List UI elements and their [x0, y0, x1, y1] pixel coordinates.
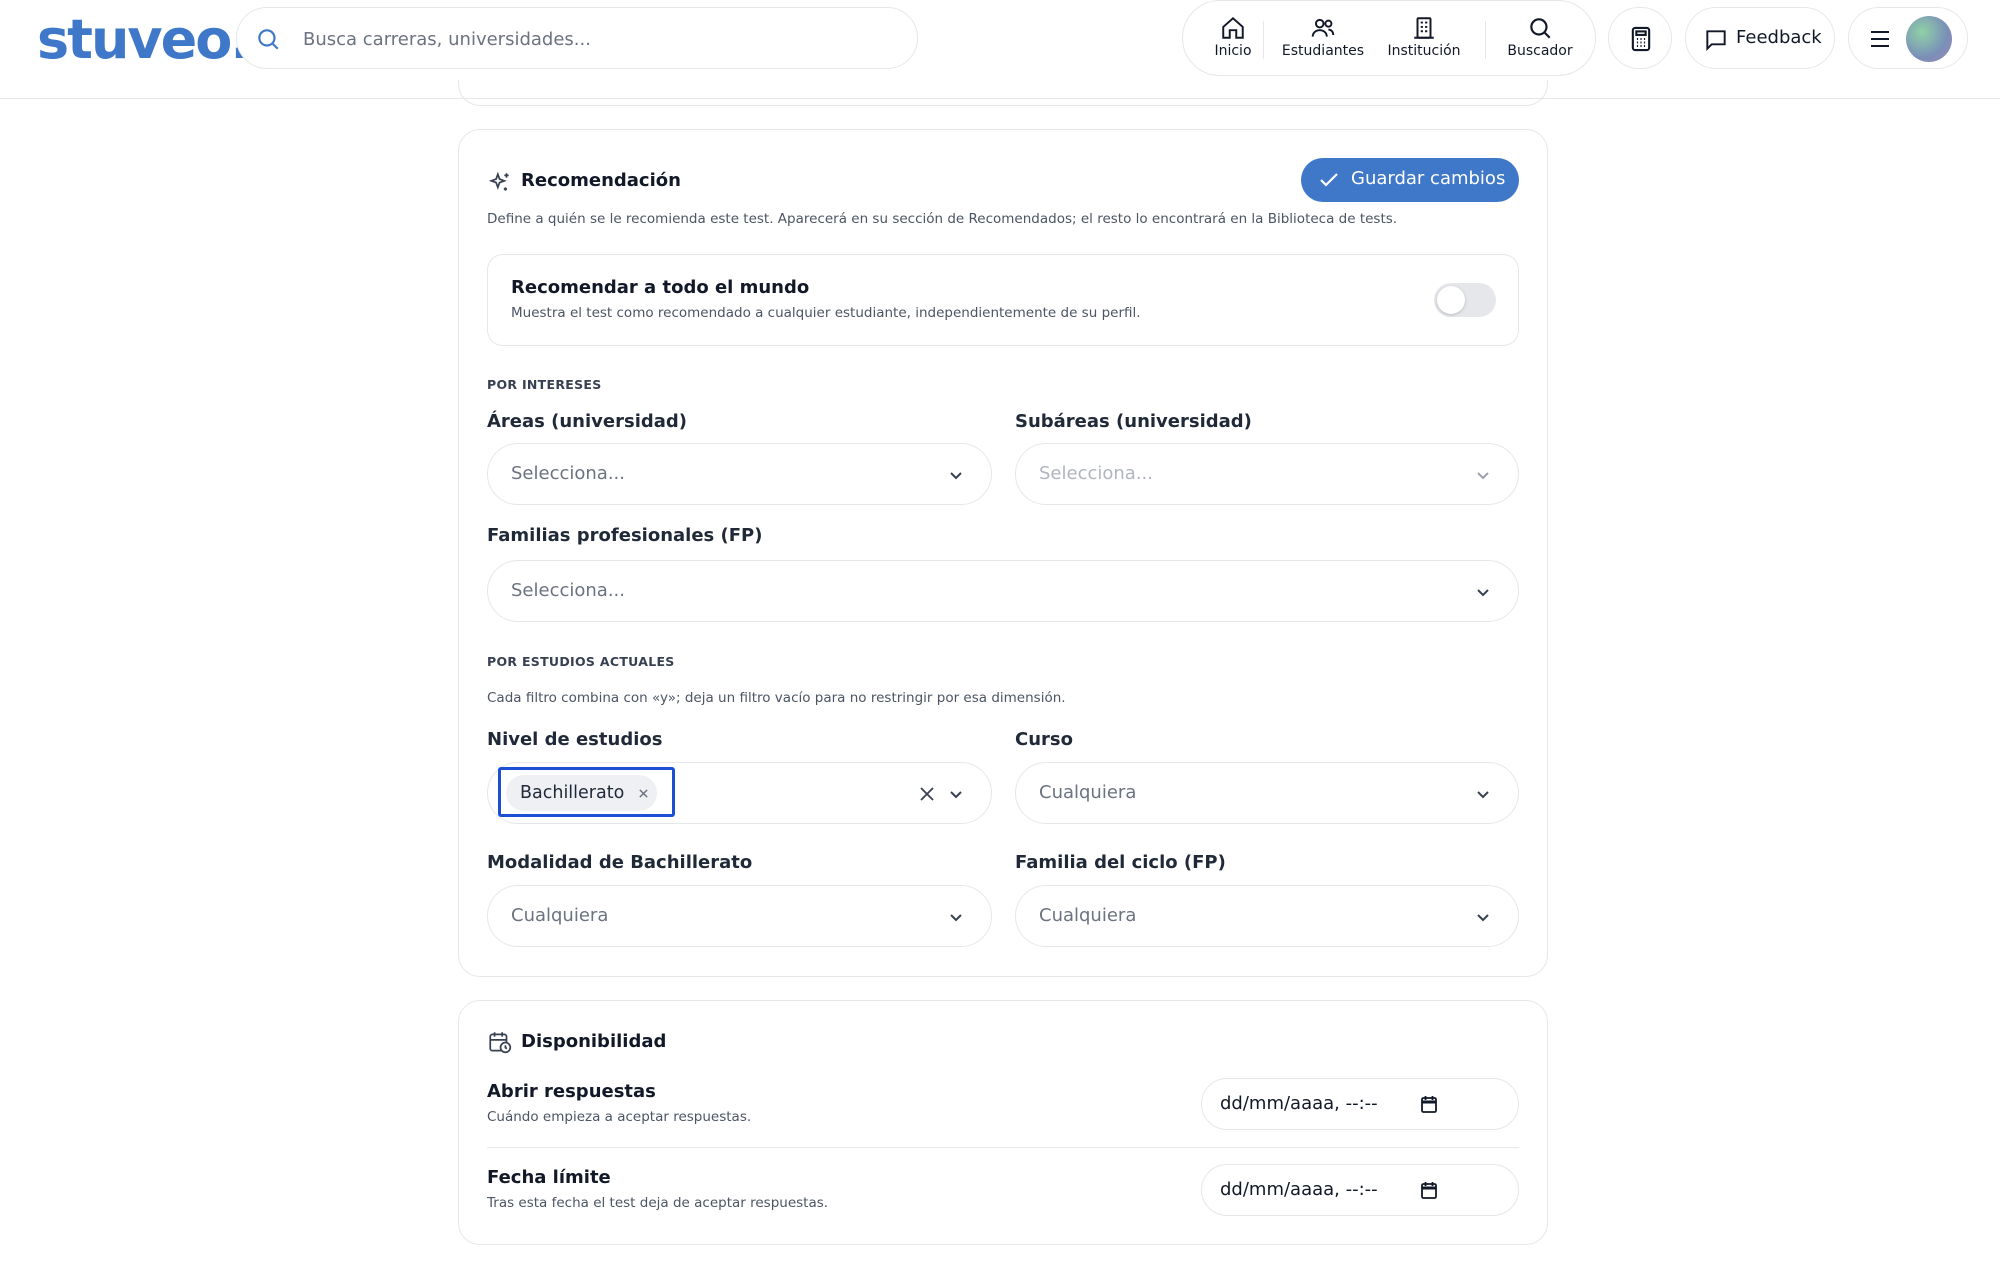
search-icon [1530, 18, 1551, 39]
calendar-clock-icon [489, 1032, 512, 1054]
open-responses-description: Cuándo empieza a aceptar respuestas. [487, 1109, 752, 1125]
main-nav: Inicio Estudiantes Institución Buscador [1182, 0, 1596, 76]
account-menu-button[interactable] [1848, 7, 1968, 69]
section-title: Recomendación [521, 170, 681, 191]
calculator-button[interactable] [1608, 7, 1672, 69]
nav-item-institucion[interactable]: Institución [1386, 15, 1462, 65]
chevron-down-icon [950, 472, 962, 480]
save-changes-button[interactable]: Guardar cambios [1301, 158, 1519, 202]
nav-divider [1485, 21, 1486, 59]
recommend-everyone-row: Recomendar a todo el mundo Muestra el te… [487, 254, 1519, 346]
modality-select[interactable]: Cualquiera [487, 885, 992, 947]
chevron-down-icon [1477, 791, 1489, 799]
areas-label: Áreas (universidad) [487, 411, 688, 432]
subareas-placeholder: Selecciona... [1039, 463, 1153, 484]
open-responses-title: Abrir respuestas [487, 1081, 656, 1102]
section-title: Disponibilidad [521, 1031, 667, 1052]
nav-item-estudiantes[interactable]: Estudiantes [1279, 15, 1367, 65]
check-icon [1320, 173, 1338, 187]
course-select[interactable]: Cualquiera [1015, 762, 1519, 824]
recommendation-card: Recomendación Guardar cambios Define a q… [458, 129, 1548, 977]
calendar-icon[interactable] [1420, 1094, 1438, 1114]
save-label: Guardar cambios [1351, 168, 1506, 189]
subareas-select[interactable]: Selecciona... [1015, 443, 1519, 505]
families-label: Familias profesionales (FP) [487, 525, 763, 546]
toggle-title: Recomendar a todo el mundo [511, 277, 810, 298]
current-studies-note: Cada filtro combina con «y»; deja un fil… [487, 690, 1066, 706]
course-label: Curso [1015, 729, 1073, 750]
nav-item-inicio[interactable]: Inicio [1203, 15, 1263, 65]
feedback-label: Feedback [1736, 27, 1822, 48]
feedback-button[interactable]: Feedback [1685, 7, 1835, 69]
deadline-description: Tras esta fecha el test deja de aceptar … [487, 1195, 829, 1211]
toggle-description: Muestra el test como recomendado a cualq… [511, 305, 1141, 321]
previous-card-edge [458, 80, 1548, 106]
modality-value: Cualquiera [511, 905, 609, 926]
search-bar [236, 7, 918, 69]
brand-logo[interactable]: stuveo. [37, 8, 251, 71]
datetime-value: dd/mm/aaaa, --:-- [1220, 1093, 1378, 1114]
interests-heading: POR INTERESES [487, 377, 602, 392]
families-select[interactable]: Selecciona... [487, 560, 1519, 622]
nav-item-buscador[interactable]: Buscador [1499, 15, 1581, 65]
level-select[interactable]: Bachillerato [487, 762, 992, 824]
level-label: Nivel de estudios [487, 729, 663, 750]
hamburger-icon [1871, 31, 1889, 47]
chevron-down-icon [1477, 472, 1489, 480]
chevron-down-icon [950, 914, 962, 922]
subareas-label: Subáreas (universidad) [1015, 411, 1252, 432]
availability-card: Disponibilidad Abrir respuestas Cuándo e… [458, 1000, 1548, 1245]
course-value: Cualquiera [1039, 782, 1137, 803]
divider [487, 1147, 1519, 1148]
deadline-datetime-input[interactable]: dd/mm/aaaa, --:-- [1201, 1164, 1519, 1216]
families-placeholder: Selecciona... [511, 580, 625, 601]
modality-label: Modalidad de Bachillerato [487, 852, 753, 873]
section-description: Define a quién se le recomienda este tes… [487, 211, 1398, 227]
nav-label: Institución [1387, 43, 1461, 59]
users-icon [1311, 18, 1335, 37]
chevron-down-icon [1477, 589, 1489, 597]
datetime-value: dd/mm/aaaa, --:-- [1220, 1179, 1378, 1200]
focus-outline [498, 767, 675, 817]
clear-icon[interactable] [918, 785, 936, 803]
cycle-family-value: Cualquiera [1039, 905, 1137, 926]
recommend-everyone-toggle[interactable] [1434, 283, 1496, 317]
search-icon [258, 29, 279, 50]
current-studies-heading: POR ESTUDIOS ACTUALES [487, 654, 675, 669]
nav-label: Inicio [1214, 43, 1252, 59]
areas-select[interactable]: Selecciona... [487, 443, 992, 505]
nav-label: Buscador [1507, 43, 1573, 59]
nav-label: Estudiantes [1281, 43, 1365, 59]
sparkles-icon [488, 171, 509, 191]
cycle-family-label: Familia del ciclo (FP) [1015, 852, 1226, 873]
areas-placeholder: Selecciona... [511, 463, 625, 484]
open-responses-datetime-input[interactable]: dd/mm/aaaa, --:-- [1201, 1078, 1519, 1130]
chevron-down-icon [1477, 914, 1489, 922]
message-icon [1706, 30, 1726, 52]
deadline-title: Fecha límite [487, 1167, 611, 1188]
building-icon [1414, 17, 1434, 39]
cycle-family-select[interactable]: Cualquiera [1015, 885, 1519, 947]
calculator-icon [1631, 26, 1651, 52]
nav-divider [1263, 21, 1264, 59]
search-input[interactable] [303, 20, 883, 58]
avatar [1906, 16, 1952, 62]
calendar-icon[interactable] [1420, 1180, 1438, 1200]
home-icon [1222, 16, 1244, 39]
toggle-knob [1437, 286, 1465, 314]
chevron-down-icon [950, 791, 962, 799]
